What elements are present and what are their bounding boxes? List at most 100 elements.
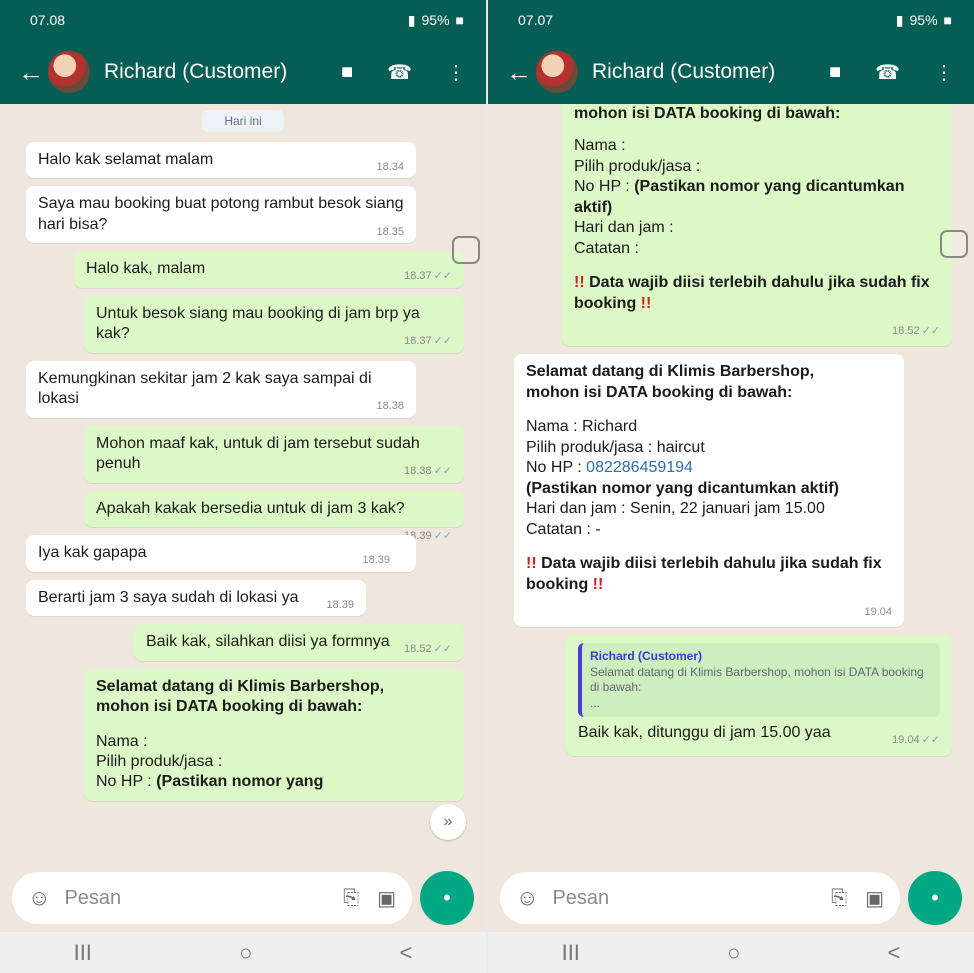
message-time: 18.34 xyxy=(376,161,404,173)
message-time: 18.52 xyxy=(892,325,920,338)
composer: ☺ Pesan ⎘ ▣ • xyxy=(488,864,974,932)
message-incoming-form-filled[interactable]: Selamat datang di Klimis Barbershop, moh… xyxy=(514,354,904,628)
date-chip: Hari ini xyxy=(202,110,284,132)
message-text: Berarti jam 3 saya sudah di lokasi ya xyxy=(38,588,299,606)
header-actions: ■ ☎ ⋮ xyxy=(341,60,466,85)
message-time: 18.39 xyxy=(326,598,354,611)
message-input[interactable]: ☺ Pesan ⎘ ▣ xyxy=(500,872,900,924)
form-nohp-note: (Pastikan nomor yang dicantumkan aktif) xyxy=(526,479,839,497)
message-meta: 18.37 ✓✓ xyxy=(404,269,452,283)
exclamation-icon: !! xyxy=(526,555,537,573)
form-warning: !! Data wajib diisi terlebih dahulu jika… xyxy=(574,273,940,314)
emoji-icon[interactable]: ☺ xyxy=(516,885,538,911)
battery-percent: 95% xyxy=(421,12,450,28)
mic-button[interactable]: • xyxy=(908,871,962,925)
message-outgoing[interactable]: Halo kak, malam 18.37 ✓✓ xyxy=(74,251,464,288)
status-icons: ▮ 95% ■ xyxy=(408,12,464,29)
attach-icon[interactable]: ⎘ xyxy=(831,887,847,910)
avatar[interactable] xyxy=(48,51,90,93)
phone-number-link[interactable]: 082286459194 xyxy=(586,459,693,476)
message-input[interactable]: ☺ Pesan ⎘ ▣ xyxy=(12,872,412,924)
message-time: 18.38 xyxy=(376,400,404,413)
message-incoming[interactable]: Halo kak selamat malam 18.34 xyxy=(26,142,416,179)
message-time: 19.04 xyxy=(892,734,920,747)
form-warning: !! Data wajib diisi terlebih dahulu jika… xyxy=(526,554,892,595)
header-actions: ■ ☎ ⋮ xyxy=(829,60,954,85)
camera-icon[interactable]: ▣ xyxy=(377,886,396,911)
chat-thread[interactable]: Hari ini Halo kak selamat malam 18.34 Sa… xyxy=(0,104,486,850)
emoji-icon[interactable]: ☺ xyxy=(28,885,50,911)
form-field-nama: Nama : xyxy=(574,137,626,155)
recents-icon[interactable]: III xyxy=(562,940,580,966)
message-incoming[interactable]: Saya mau booking buat potong rambut beso… xyxy=(26,186,416,244)
chat-thread[interactable]: mohon isi DATA booking di bawah: Nama : … xyxy=(488,104,974,850)
recents-icon[interactable]: III xyxy=(74,940,92,966)
quoted-text: Selamat datang di Klimis Barbershop, moh… xyxy=(590,664,924,695)
message-meta: 19.04 ✓✓ xyxy=(892,733,940,747)
message-meta: 18.37 ✓✓ xyxy=(404,334,452,348)
message-incoming[interactable]: Iya kak gapapa 18.39 xyxy=(26,535,416,572)
read-ticks-icon: ✓✓ xyxy=(433,270,452,283)
phone-screen-left: 07.08 ▮ 95% ■ ← Richard (Customer) ■ ☎ ⋮… xyxy=(0,0,486,973)
more-options-icon[interactable]: ⋮ xyxy=(934,60,954,85)
message-outgoing-form-template[interactable]: mohon isi DATA booking di bawah: Nama : … xyxy=(562,104,952,347)
video-call-icon[interactable]: ■ xyxy=(341,61,353,84)
read-ticks-icon: ✓✓ xyxy=(921,734,940,747)
message-outgoing[interactable]: Baik kak, silahkan diisi ya formnya 18.5… xyxy=(134,624,464,661)
message-text: Apakah kakak bersedia untuk di jam 3 kak… xyxy=(96,499,405,517)
bubble-overlay-icon[interactable] xyxy=(452,236,480,264)
message-text: Iya kak gapapa xyxy=(38,544,147,562)
message-meta: 18.52 ✓✓ xyxy=(404,642,452,656)
form-title-2: mohon isi DATA booking di bawah: xyxy=(96,698,363,716)
signal-icon: ▮ xyxy=(895,11,904,28)
form-title-cut: mohon isi DATA booking di bawah: xyxy=(574,105,841,122)
mic-button[interactable]: • xyxy=(420,871,474,925)
contact-name[interactable]: Richard (Customer) xyxy=(104,60,341,84)
message-outgoing[interactable]: Apakah kakak bersedia untuk di jam 3 kak… xyxy=(84,490,464,542)
message-outgoing-reply[interactable]: Richard (Customer) Selamat datang di Kli… xyxy=(566,635,952,756)
scroll-down-button[interactable]: » xyxy=(430,804,466,840)
form-title-2: mohon isi DATA booking di bawah: xyxy=(526,383,793,401)
message-outgoing[interactable]: Mohon maaf kak, untuk di jam tersebut su… xyxy=(84,425,464,483)
quoted-message[interactable]: Richard (Customer) Selamat datang di Kli… xyxy=(578,643,940,718)
form-field-catatan: Catatan : xyxy=(574,239,639,257)
voice-call-icon[interactable]: ☎ xyxy=(387,60,412,85)
contact-name[interactable]: Richard (Customer) xyxy=(592,60,829,84)
attach-icon[interactable]: ⎘ xyxy=(343,887,359,910)
home-icon[interactable]: ○ xyxy=(727,940,740,966)
mic-icon: • xyxy=(931,885,939,910)
camera-icon[interactable]: ▣ xyxy=(865,886,884,911)
message-text: Baik kak, ditunggu di jam 15.00 yaa xyxy=(578,724,831,742)
read-ticks-icon: ✓✓ xyxy=(921,325,940,338)
message-incoming[interactable]: Berarti jam 3 saya sudah di lokasi ya 18… xyxy=(26,579,366,617)
back-arrow-icon[interactable]: ← xyxy=(506,57,532,88)
message-incoming[interactable]: Kemungkinan sekitar jam 2 kak saya sampa… xyxy=(26,360,416,418)
form-field-hari: Hari dan jam : Senin, 22 januari jam 15.… xyxy=(526,500,825,518)
back-nav-icon[interactable]: < xyxy=(888,940,901,966)
read-ticks-icon: ✓✓ xyxy=(433,335,452,348)
message-meta: 18.38 ✓✓ xyxy=(404,464,452,478)
message-outgoing-form[interactable]: Selamat datang di Klimis Barbershop, moh… xyxy=(84,668,464,801)
form-field-catatan: Catatan : - xyxy=(526,520,601,538)
message-text: Kemungkinan sekitar jam 2 kak saya sampa… xyxy=(38,369,376,408)
message-text: Untuk besok siang mau booking di jam brp… xyxy=(96,304,425,343)
bubble-overlay-icon[interactable] xyxy=(940,230,968,258)
avatar[interactable] xyxy=(536,51,578,93)
back-nav-icon[interactable]: < xyxy=(400,940,413,966)
form-field-produk: Pilih produk/jasa : haircut xyxy=(526,438,705,456)
system-nav-bar: III ○ < xyxy=(488,932,974,973)
video-call-icon[interactable]: ■ xyxy=(829,61,841,84)
read-ticks-icon: ✓✓ xyxy=(433,643,452,656)
form-field-nama: Nama : Richard xyxy=(526,418,638,436)
voice-call-icon[interactable]: ☎ xyxy=(875,60,900,85)
message-outgoing[interactable]: Untuk besok siang mau booking di jam brp… xyxy=(84,295,464,353)
battery-icon: ■ xyxy=(455,12,464,28)
form-field-nama: Nama : xyxy=(96,732,148,750)
more-options-icon[interactable]: ⋮ xyxy=(446,60,466,85)
composer: ☺ Pesan ⎘ ▣ • xyxy=(0,864,486,932)
message-time: 18.38 xyxy=(404,465,432,478)
form-warning-text: Data wajib diisi terlebih dahulu jika su… xyxy=(526,555,882,593)
home-icon[interactable]: ○ xyxy=(239,940,252,966)
back-arrow-icon[interactable]: ← xyxy=(18,57,44,88)
message-time: 18.35 xyxy=(376,225,404,238)
